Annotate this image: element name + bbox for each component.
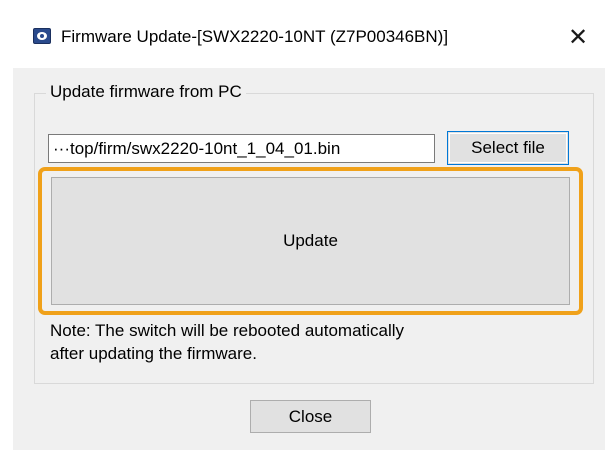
- group-title: Update firmware from PC: [46, 82, 246, 102]
- note-line-2: after updating the firmware.: [50, 344, 257, 363]
- select-file-button[interactable]: Select file: [447, 131, 569, 165]
- firmware-update-dialog: Firmware Update-[SWX2220-10NT (Z7P00346B…: [0, 0, 605, 450]
- dialog-body: Update firmware from PC ···top/firm/swx2…: [13, 68, 605, 450]
- note-line-1: Note: The switch will be rebooted automa…: [50, 321, 405, 340]
- update-button[interactable]: Update: [51, 177, 570, 305]
- close-icon[interactable]: ✕: [561, 20, 595, 54]
- file-path-field[interactable]: ···top/firm/swx2220-10nt_1_04_01.bin: [48, 134, 435, 163]
- window-title: Firmware Update-[SWX2220-10NT (Z7P00346B…: [61, 27, 449, 46]
- close-button[interactable]: Close: [250, 400, 371, 433]
- reboot-note: Note: The switch will be rebooted automa…: [50, 319, 570, 365]
- title-bar[interactable]: Firmware Update-[SWX2220-10NT (Z7P00346B…: [0, 0, 605, 68]
- app-icon: [33, 28, 51, 44]
